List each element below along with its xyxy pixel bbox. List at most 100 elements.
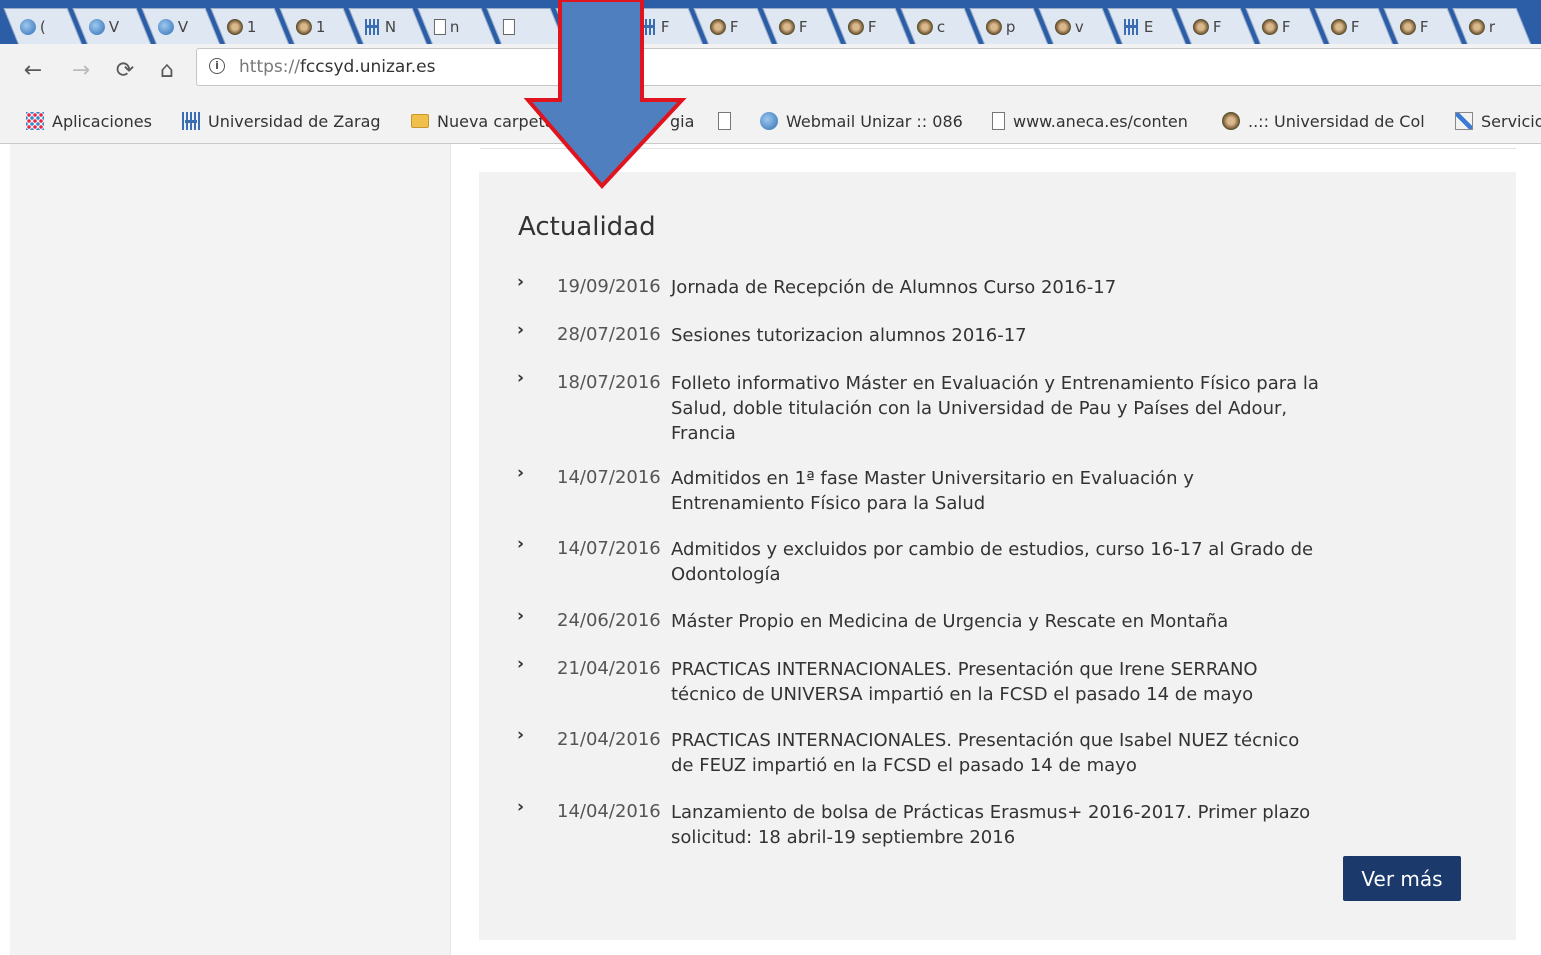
uni-icon xyxy=(364,18,381,35)
info-icon[interactable]: i xyxy=(209,58,225,74)
news-heading: Actualidad xyxy=(518,212,656,242)
bookmark-label: Aplicaciones xyxy=(52,111,152,131)
tab-content: F xyxy=(840,9,902,44)
browser-tab[interactable]: n xyxy=(417,8,496,44)
seal-icon xyxy=(847,18,864,35)
news-title-link[interactable]: Admitidos en 1ª fase Master Universitari… xyxy=(671,466,1321,516)
bookmark-item[interactable]: Aplicaciones xyxy=(26,109,152,133)
bird-icon xyxy=(19,18,36,35)
bookmark-item[interactable]: www.aneca.es/conten xyxy=(992,109,1188,133)
browser-tab[interactable]: v xyxy=(1038,8,1117,44)
seal-icon xyxy=(1192,18,1209,35)
browser-tab[interactable]: V xyxy=(141,8,220,44)
bookmark-label: Servicio xyxy=(1481,111,1541,131)
browser-tab[interactable]: ( xyxy=(3,8,83,44)
browser-toolbar: ← → ⟳ ⌂ i https://fccsyd.unizar.es xyxy=(0,44,1541,100)
page-content: Actualidad › 19/09/2016 Jornada de Recepci… xyxy=(0,144,1541,955)
chevron-right-icon: › xyxy=(517,606,525,626)
browser-tab[interactable]: F xyxy=(1314,8,1393,44)
news-title-link[interactable]: Máster Propio en Medicina de Urgencia y … xyxy=(671,609,1321,634)
news-panel: Actualidad › 19/09/2016 Jornada de Recepci… xyxy=(479,172,1516,940)
chevron-right-icon: › xyxy=(517,272,525,292)
browser-tab[interactable]: r xyxy=(1452,8,1531,44)
browser-tab[interactable]: F xyxy=(1176,8,1255,44)
seal-icon xyxy=(916,18,933,35)
bird-icon xyxy=(760,112,778,130)
chevron-right-icon: › xyxy=(517,368,525,388)
browser-tab[interactable]: F xyxy=(762,8,841,44)
seal-icon xyxy=(1261,18,1278,35)
tab-content: 1 xyxy=(288,9,350,44)
chevron-right-icon: › xyxy=(517,797,525,817)
browser-tab[interactable]: N xyxy=(348,8,427,44)
see-more-button[interactable]: Ver más xyxy=(1343,856,1461,901)
seal-icon xyxy=(1222,112,1240,130)
forward-arrow-icon[interactable]: → xyxy=(66,55,96,85)
tab-label: r xyxy=(1488,17,1496,36)
bookmark-item[interactable]: Webmail Unizar :: 086 xyxy=(760,109,963,133)
tab-content: p xyxy=(978,9,1040,44)
reload-icon[interactable]: ⟳ xyxy=(110,55,140,85)
tab-content: F xyxy=(771,9,833,44)
tab-content: V xyxy=(150,9,212,44)
news-title-link[interactable]: PRACTICAS INTERNACIONALES. Presentación … xyxy=(671,728,1321,778)
news-title-link[interactable]: PRACTICAS INTERNACIONALES. Presentación … xyxy=(671,657,1321,707)
tab-label: F xyxy=(1419,17,1429,36)
apps-icon xyxy=(26,112,44,130)
doc-icon xyxy=(433,18,446,35)
tab-label: F xyxy=(1212,17,1222,36)
bookmark-item[interactable]: Universidad de Zarag xyxy=(182,109,381,133)
browser-tab[interactable]: F xyxy=(1245,8,1324,44)
tab-content: r xyxy=(1461,9,1523,44)
url-text: https://fccsyd.unizar.es xyxy=(239,57,436,77)
browser-tab[interactable]: F xyxy=(1383,8,1462,44)
news-date: 14/07/2016 xyxy=(557,538,661,559)
tab-content: 1 xyxy=(219,9,281,44)
tab-label: F xyxy=(1350,17,1360,36)
browser-tab[interactable]: p xyxy=(969,8,1048,44)
news-date: 28/07/2016 xyxy=(557,324,661,345)
tab-label: F xyxy=(798,17,808,36)
news-title-link[interactable]: Lanzamiento de bolsa de Prácticas Erasmu… xyxy=(671,800,1321,850)
bookmark-label: www.aneca.es/conten xyxy=(1013,111,1188,131)
bookmark-item[interactable]: ..:: Universidad de Col xyxy=(1222,109,1425,133)
bookmark-item[interactable]: Servicio xyxy=(1455,109,1541,133)
news-date: 18/07/2016 xyxy=(557,372,661,393)
browser-tab[interactable]: E xyxy=(1107,8,1186,44)
news-title-link[interactable]: Jornada de Recepción de Alumnos Curso 20… xyxy=(671,275,1321,300)
browser-tab[interactable]: 1 xyxy=(210,8,289,44)
tab-label: c xyxy=(936,17,946,36)
tab-label: V xyxy=(108,17,120,36)
browser-tab[interactable]: c xyxy=(900,8,979,44)
tab-label: 1 xyxy=(315,17,326,36)
back-arrow-icon[interactable]: ← xyxy=(18,55,48,85)
browser-tab[interactable]: 1 xyxy=(279,8,358,44)
bookmark-item[interactable] xyxy=(718,109,739,133)
doc-icon xyxy=(502,18,515,35)
tab-label: n xyxy=(449,17,460,36)
chevron-right-icon: › xyxy=(517,463,525,483)
seal-icon xyxy=(1468,18,1485,35)
news-title-link[interactable]: Folleto informativo Máster en Evaluación… xyxy=(671,371,1321,446)
browser-tab[interactable]: F xyxy=(831,8,910,44)
home-icon[interactable]: ⌂ xyxy=(152,55,182,85)
tab-content: c xyxy=(909,9,971,44)
tab-label: ( xyxy=(39,17,46,36)
address-bar[interactable]: i https://fccsyd.unizar.es xyxy=(196,48,1541,86)
tab-content: N xyxy=(357,9,419,44)
url-scheme: https:// xyxy=(239,57,300,77)
bookmarks-bar: Aplicaciones Universidad de Zarag Nueva ca… xyxy=(0,100,1541,144)
seal-icon xyxy=(1399,18,1416,35)
tab-content: F xyxy=(1254,9,1316,44)
browser-tab[interactable]: F xyxy=(693,8,772,44)
tab-content: F xyxy=(1185,9,1247,44)
news-title-link[interactable]: Sesiones tutorizacion alumnos 2016-17 xyxy=(671,323,1321,348)
bird-icon xyxy=(157,18,174,35)
news-title-link[interactable]: Admitidos y excluidos por cambio de estu… xyxy=(671,537,1321,587)
seal-icon xyxy=(1330,18,1347,35)
bookmark-label: ..:: Universidad de Col xyxy=(1248,111,1425,131)
tab-content: F xyxy=(1323,9,1385,44)
tab-content: F xyxy=(702,9,764,44)
seal-icon xyxy=(226,18,243,35)
browser-tab[interactable]: V xyxy=(72,8,151,44)
